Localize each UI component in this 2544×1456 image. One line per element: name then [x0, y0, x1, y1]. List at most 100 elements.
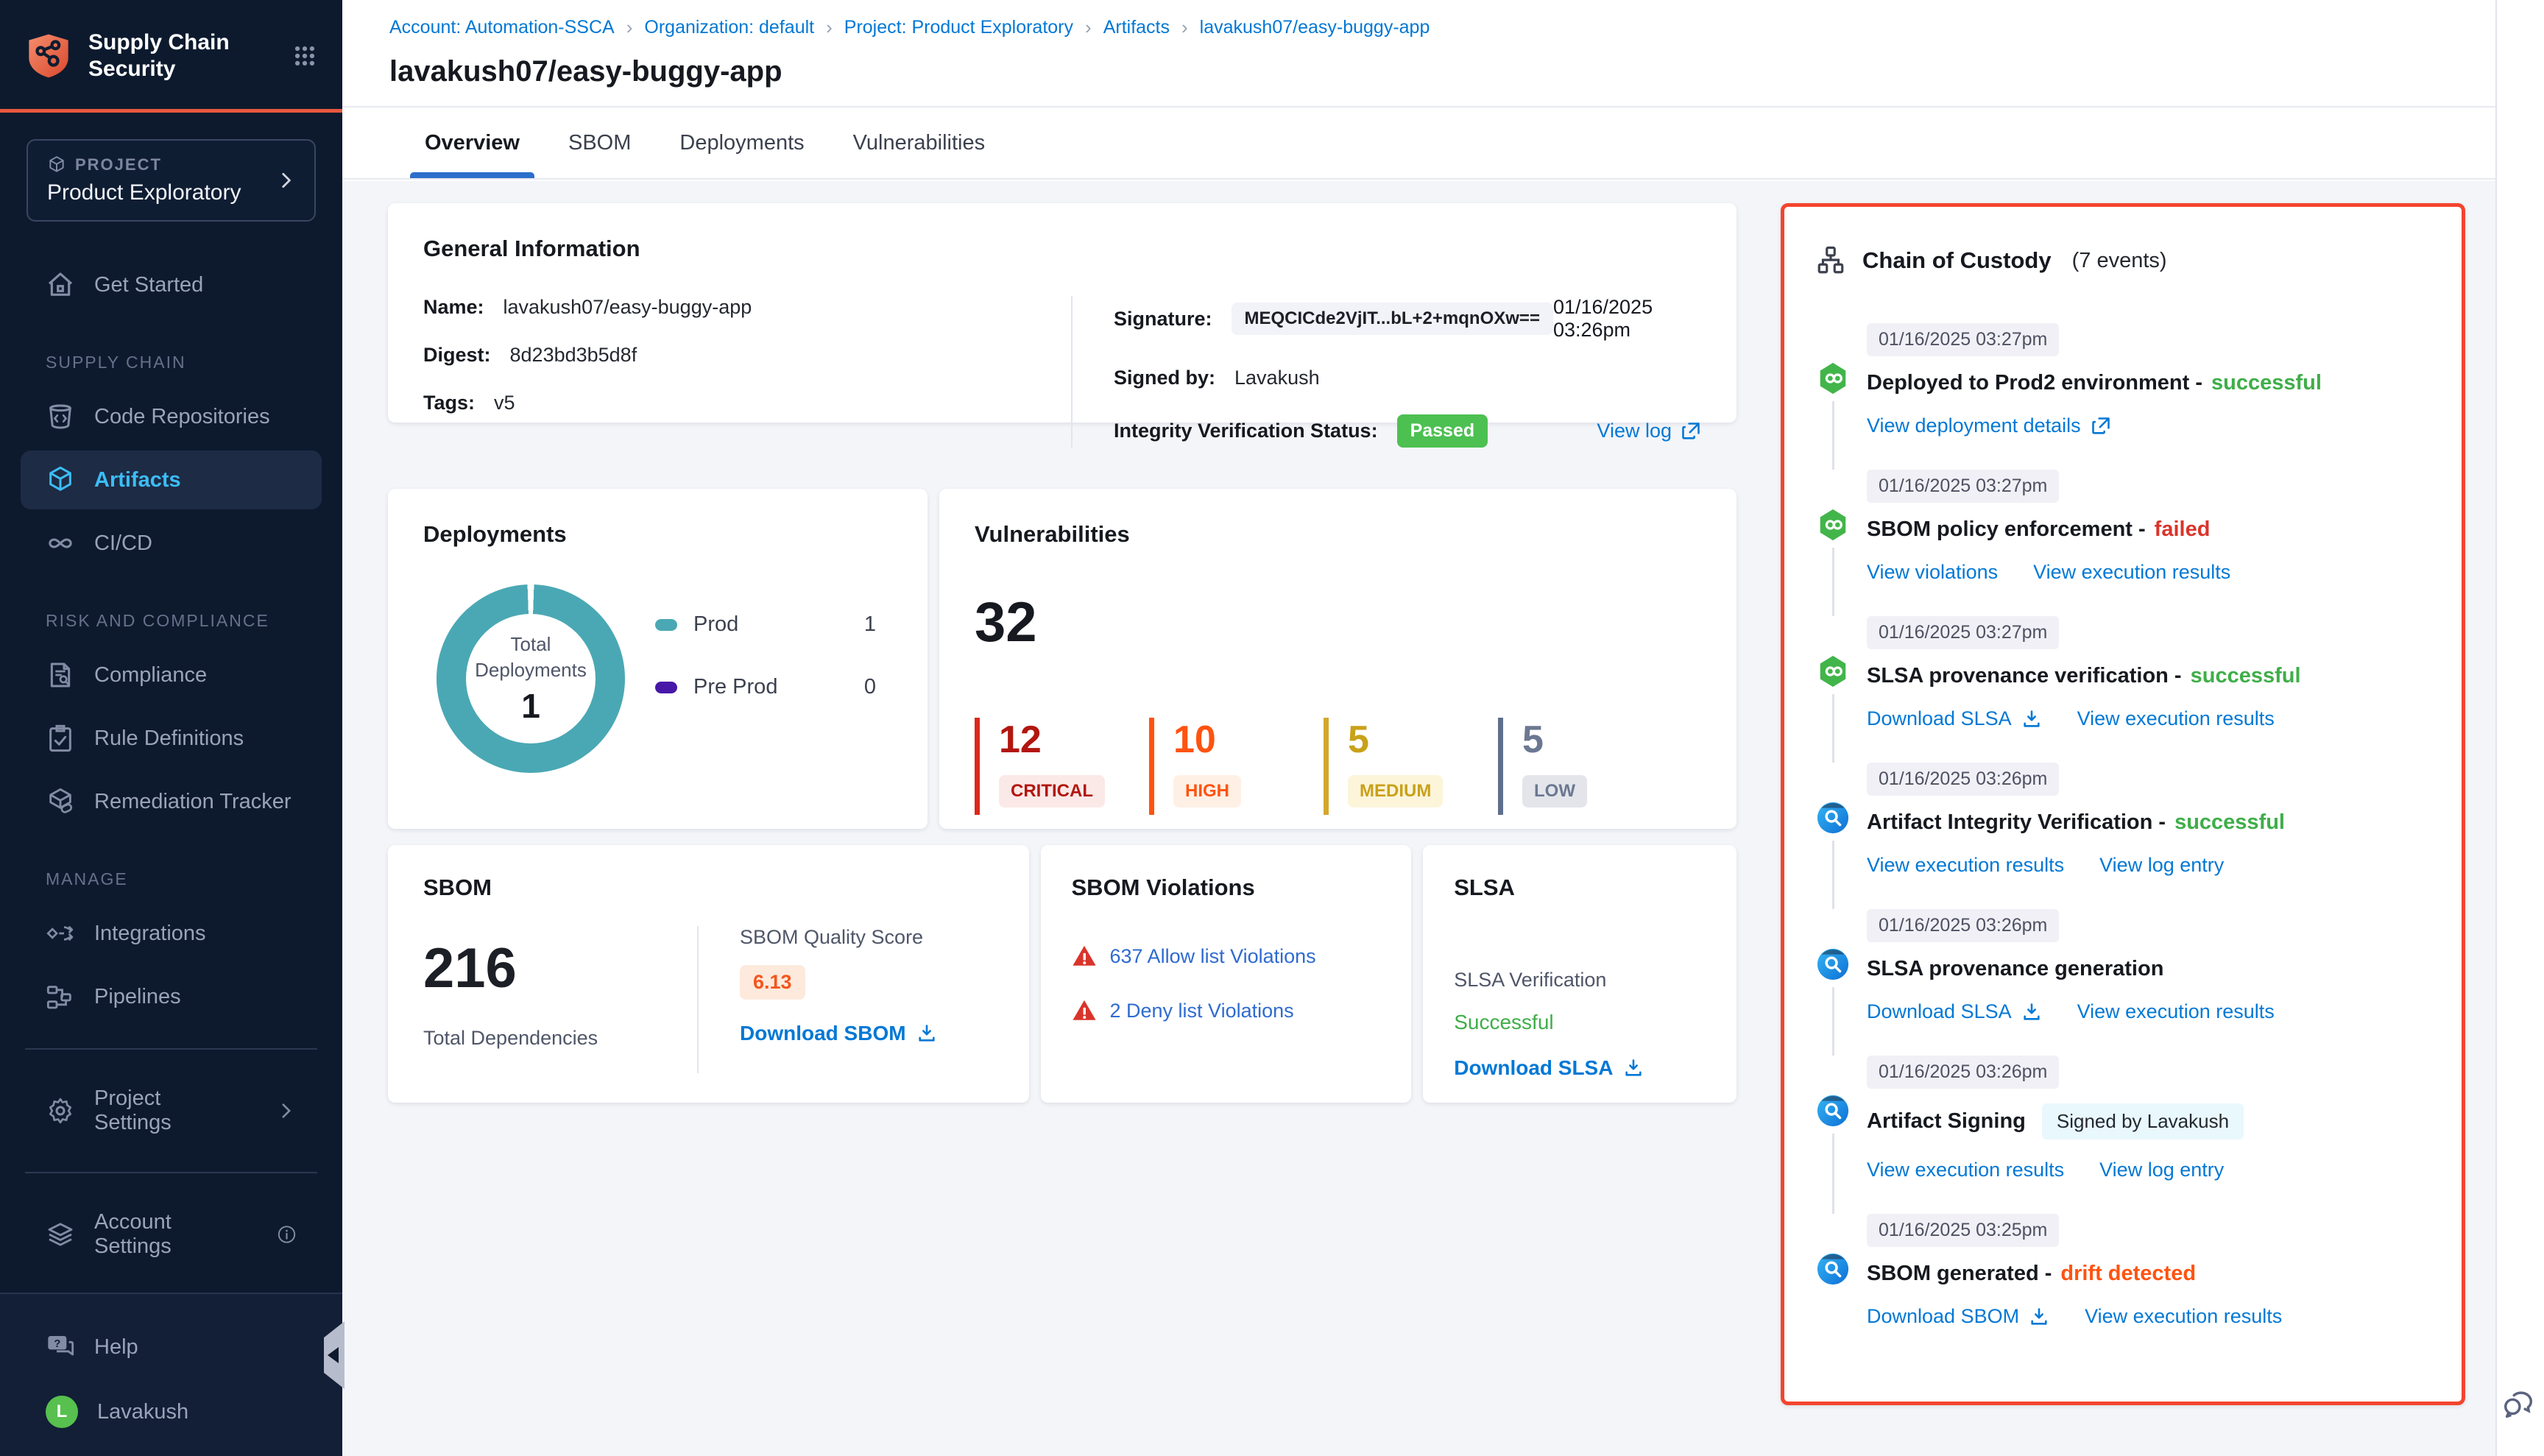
allow-list-violations-link[interactable]: 637 Allow list Violations: [1110, 945, 1316, 968]
main-area: Account: Automation-SSCA › Organization: …: [342, 0, 2544, 1456]
help-label: Help: [94, 1335, 138, 1360]
card-title: SBOM Violations: [1072, 874, 1381, 901]
prod-legend-dot: [655, 619, 677, 631]
event-timestamp: 01/16/2025 03:27pm: [1867, 470, 2059, 503]
info-icon[interactable]: [277, 1223, 297, 1245]
sidebar-item-pipelines[interactable]: Pipelines: [21, 967, 322, 1026]
critical-count: 12: [999, 721, 1149, 759]
project-kicker: PROJECT: [47, 155, 276, 174]
external-link-icon: [1681, 421, 1701, 442]
warning-icon: [1072, 998, 1097, 1023]
severity-critical: 12 CRITICAL: [975, 718, 1149, 815]
view-log-entry-link[interactable]: View log entry: [2099, 854, 2224, 877]
low-badge: LOW: [1522, 775, 1587, 807]
severity-high: 10 HIGH: [1149, 718, 1324, 815]
view-execution-results-link[interactable]: View execution results: [2077, 1000, 2275, 1023]
pipeline-icon: [1816, 654, 1850, 688]
avatar: L: [46, 1396, 78, 1428]
nav-section-supply-chain: SUPPLY CHAIN: [0, 319, 342, 383]
sidebar-item-integrations[interactable]: Integrations: [21, 904, 322, 963]
sidebar-item-label: Account Settings: [94, 1210, 239, 1259]
chain-of-custody-timeline: 01/16/2025 03:27pm Deployed to Prod2 env…: [1815, 323, 2432, 1360]
vulnerabilities-card: Vulnerabilities 32 12 CRITICAL 10 HIGH: [939, 489, 1736, 829]
download-slsa-link[interactable]: Download SLSA: [1454, 1056, 1706, 1080]
overview-left-column: General Information Name:lavakush07/easy…: [388, 203, 1736, 1103]
event-timestamp: 01/16/2025 03:27pm: [1867, 323, 2059, 356]
sbom-card: SBOM 216 Total Dependencies SBOM Quality…: [388, 845, 1029, 1103]
sidebar-item-label: Artifacts: [94, 468, 181, 492]
breadcrumb-account[interactable]: Account: Automation-SSCA: [389, 17, 615, 38]
tab-sbom[interactable]: SBOM: [568, 107, 631, 178]
sidebar-item-compliance[interactable]: Compliance: [21, 646, 322, 704]
breadcrumb-separator: ›: [1085, 16, 1092, 39]
clipboard-check-icon: [46, 724, 75, 753]
coc-event-artifact-signing: 01/16/2025 03:26pm Artifact SigningSigne…: [1815, 1056, 2432, 1214]
sidebar-item-cicd[interactable]: CI/CD: [21, 514, 322, 573]
view-log-link[interactable]: View log: [1597, 420, 1701, 442]
sidebar-item-code-repositories[interactable]: Code Repositories: [21, 387, 322, 446]
timeline-connector: [1832, 987, 1834, 1056]
sidebar-item-get-started[interactable]: Get Started: [21, 255, 322, 314]
link-label: View log entry: [2099, 1159, 2224, 1181]
account-layers-icon: [46, 1220, 75, 1249]
event-title: SLSA provenance verification -: [1867, 664, 2182, 688]
view-violations-link[interactable]: View violations: [1867, 561, 1998, 584]
coc-event-deployed-prod2: 01/16/2025 03:27pm Deployed to Prod2 env…: [1815, 323, 2432, 470]
sidebar-item-artifacts[interactable]: Artifacts: [21, 450, 322, 509]
slsa-verification-label: SLSA Verification: [1454, 969, 1706, 992]
download-slsa-link[interactable]: Download SLSA: [1867, 1000, 2042, 1023]
coc-event-sbom-generated: 01/16/2025 03:25pm SBOM generated -drift…: [1815, 1214, 2432, 1360]
integrations-icon: [46, 919, 75, 948]
view-log-entry-link[interactable]: View log entry: [2099, 1159, 2224, 1181]
breadcrumb-artifacts[interactable]: Artifacts: [1103, 17, 1170, 38]
timeline-connector: [1832, 548, 1834, 616]
user-name: Lavakush: [97, 1400, 188, 1424]
cube-icon: [47, 155, 66, 174]
page-header: Account: Automation-SSCA › Organization: …: [342, 0, 2544, 107]
breadcrumb-artifact-name[interactable]: lavakush07/easy-buggy-app: [1200, 17, 1430, 38]
event-title: SBOM generated -: [1867, 1262, 2052, 1286]
link-label: View execution results: [1867, 1159, 2064, 1181]
slsa-verification-status: Successful: [1454, 1011, 1706, 1034]
view-execution-results-link[interactable]: View execution results: [2033, 561, 2230, 584]
view-execution-results-link[interactable]: View execution results: [2085, 1305, 2282, 1328]
download-slsa-link[interactable]: Download SLSA: [1867, 707, 2042, 730]
tab-overview[interactable]: Overview: [425, 107, 520, 178]
tab-vulnerabilities[interactable]: Vulnerabilities: [853, 107, 985, 178]
integrity-label: Integrity Verification Status:: [1114, 420, 1378, 442]
breadcrumb-organization[interactable]: Organization: default: [644, 17, 814, 38]
sidebar-item-rule-definitions[interactable]: Rule Definitions: [21, 709, 322, 768]
download-sbom-link[interactable]: Download SBOM: [1867, 1305, 2049, 1328]
event-title: SLSA provenance generation: [1867, 957, 2163, 981]
sidebar-item-account-settings[interactable]: Account Settings: [21, 1195, 322, 1273]
breadcrumb-project[interactable]: Project: Product Exploratory: [844, 17, 1073, 38]
app-switcher-icon[interactable]: [292, 43, 317, 68]
feedback-chat-icon[interactable]: [2501, 1388, 2535, 1422]
tab-deployments[interactable]: Deployments: [679, 107, 804, 178]
project-selector[interactable]: PROJECT Product Exploratory: [26, 139, 316, 222]
general-info-right: Signature: MEQCICde2VjIT...bL+2+mqnOXw==…: [1071, 296, 1701, 448]
event-timestamp: 01/16/2025 03:26pm: [1867, 763, 2059, 796]
download-sbom-link[interactable]: Download SBOM: [740, 1022, 937, 1045]
user-menu[interactable]: L Lavakush: [21, 1381, 322, 1443]
deny-list-violations-link[interactable]: 2 Deny list Violations: [1110, 1000, 1294, 1022]
chain-of-custody-count: (7 events): [2072, 249, 2167, 273]
severity-low: 5 LOW: [1498, 718, 1672, 815]
general-info-left: Name:lavakush07/easy-buggy-app Digest:8d…: [423, 296, 1071, 448]
view-deployment-details-link[interactable]: View deployment details: [1867, 414, 2111, 437]
sidebar-item-remediation-tracker[interactable]: Remediation Tracker: [21, 772, 322, 831]
sidebar-item-project-settings[interactable]: Project Settings: [21, 1072, 322, 1150]
view-execution-results-link[interactable]: View execution results: [1867, 854, 2064, 877]
sidebar-footer: ? Help L Lavakush: [0, 1293, 342, 1456]
project-meta: PROJECT Product Exploratory: [47, 155, 276, 205]
help-button[interactable]: ? Help: [21, 1318, 322, 1377]
view-execution-results-link[interactable]: View execution results: [2077, 707, 2275, 730]
coc-event-slsa-provenance-verification: 01/16/2025 03:27pm SLSA provenance verif…: [1815, 616, 2432, 763]
link-label: View execution results: [2085, 1305, 2282, 1328]
view-execution-results-link[interactable]: View execution results: [1867, 1159, 2064, 1181]
allow-list-violations-row: 637 Allow list Violations: [1072, 944, 1381, 969]
event-timestamp: 01/16/2025 03:25pm: [1867, 1214, 2059, 1247]
artifact-name-value: lavakush07/easy-buggy-app: [504, 296, 752, 319]
chain-of-custody-panel: Chain of Custody (7 events) 01/16/2025 0…: [1781, 203, 2465, 1405]
link-label: Download SBOM: [1867, 1305, 2019, 1328]
